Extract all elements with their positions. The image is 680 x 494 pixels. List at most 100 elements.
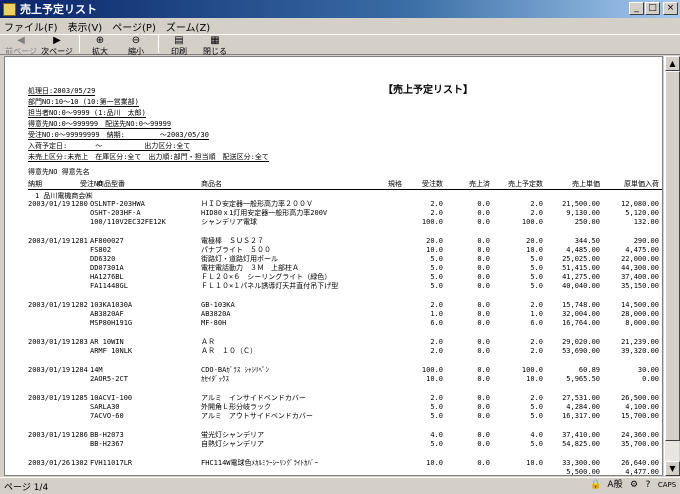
report-header-line: 得意先NO:0～999999 配送先NO:0～99999 (28, 120, 172, 129)
table-row: SARLA30 外開角Ｌ形分岐ラック 5.0 0.0 5.0 4,284.00 4,100.… (5, 403, 662, 411)
prev-page-button[interactable]: ◀ 前ページ (4, 35, 38, 56)
zoom-in-button[interactable]: ⊕ 拡大 (83, 35, 117, 56)
table-cell: AF800027 (90, 237, 124, 245)
table-cell: 2003/01/19 (28, 366, 71, 374)
report-preview[interactable]: 【売上予定リスト】 処理日:2003/05/29 部門NO:10～10 (10:第… (4, 56, 663, 476)
window-title: 売上予定リスト (20, 3, 97, 16)
table-cell: 5.0 (530, 273, 543, 281)
table-cell: シャンデリア電球 (201, 218, 257, 226)
table-cell: 0.0 (477, 431, 490, 439)
table-cell: 40,040.00 (562, 282, 600, 290)
table-cell: 0.0 (477, 338, 490, 346)
zoom-out-button[interactable]: ⊖ 縮小 (119, 35, 153, 56)
table-cell: 29,020.00 (562, 338, 600, 346)
table-cell: ｶｾｲﾀﾞｯｸｽ (201, 375, 229, 383)
table-cell: 2003/01/19 (28, 431, 71, 439)
table-cell: 0.0 (477, 301, 490, 309)
table-cell: 4.0 (430, 431, 443, 439)
close-window-button[interactable]: × (663, 2, 678, 15)
table-cell: 35,700.00 (621, 440, 659, 448)
table-cell: 28,000.00 (621, 310, 659, 318)
table-cell: AB3820A (201, 310, 231, 318)
table-cell: 5.0 (430, 412, 443, 420)
menu-view[interactable]: 表示(V) (68, 19, 103, 34)
table-cell: MF-80H (201, 319, 227, 327)
table-cell: 1.0 (530, 310, 543, 318)
table-cell: 0.0 (477, 366, 490, 374)
table-cell: AB3820AF (90, 310, 124, 318)
table-row: 100/110V2EC32FE12K シャンデリア電球 100.0 0.0 100.0 2… (5, 218, 662, 226)
table-cell: 10.0 (426, 375, 443, 383)
report-header-line: 未売上区分:未売上 在庫区分:全て 出力順:部門・担当順 配送区分:全て (28, 153, 269, 162)
report-title: 【売上予定リスト】 (383, 85, 473, 96)
table-cell: DD6320 (90, 255, 116, 263)
table-cell: 10.0 (526, 459, 543, 467)
table-cell: 0.0 (477, 440, 490, 448)
menu-zoom[interactable]: ズーム(Z) (166, 19, 210, 34)
table-cell: 5.0 (430, 282, 443, 290)
table-cell: 2003/01/19 (28, 237, 71, 245)
minimize-button[interactable]: _ (629, 2, 644, 15)
table-cell: 5.0 (530, 440, 543, 448)
table-cell: 4,100.00 (625, 403, 659, 411)
table-cell: 0.0 (477, 273, 490, 281)
table-cell: 100.0 (421, 218, 443, 226)
column-header-price: 売上単価 (572, 180, 600, 188)
table-cell: 290.00 (633, 237, 659, 245)
table-row: FS802 パナブライト ５００ 10.0 0.0 10.0 4,485.00 4,475.… (5, 246, 662, 254)
table-cell: 103KA1030A (90, 301, 133, 309)
table-cell: DD07301A (90, 264, 124, 272)
table-cell: FVH11017LR (90, 459, 133, 467)
menu-page[interactable]: ページ(P) (112, 19, 156, 34)
table-cell: AR 10WIN (90, 338, 124, 346)
print-icon: ▤ (174, 35, 184, 46)
table-cell: 30.00 (637, 366, 659, 374)
next-page-icon: ▶ (53, 35, 61, 46)
table-row: 7ACVO-60 アルミ アウトサイドベンドカバー 5.0 0.0 5.0 16,317.… (5, 412, 662, 420)
table-cell: ARMF 10NLK (90, 347, 133, 355)
customer-group-label: 1 品川電機商会㈱ (35, 192, 93, 200)
header-divider (28, 189, 662, 190)
menu-file[interactable]: ファイル(F) (4, 19, 58, 34)
toolbar-label: 印刷 (171, 47, 187, 56)
table-cell: 7ACVO-60 (90, 412, 124, 420)
report-header-line: 入荷予定日: ～ 出力区分:全て (28, 142, 191, 151)
table-cell: OSLNTP-203HWA (90, 200, 145, 208)
table-cell: FA11448GL (90, 282, 128, 290)
table-cell: 1302 (71, 459, 88, 467)
table-cell: HID80ｘ1灯用安定器一般形高力率200V (201, 209, 328, 217)
scroll-down-arrow[interactable]: ▼ (665, 461, 680, 476)
table-cell: 1280 (71, 200, 88, 208)
table-cell: 5.0 (530, 412, 543, 420)
close-button[interactable]: ▦ 閉じる (198, 35, 232, 56)
table-cell: 2003/01/26 (28, 459, 71, 467)
table-cell: 2.0 (430, 347, 443, 355)
table-cell: MSP80H191G (90, 319, 133, 327)
table-cell: BB-H2367 (90, 440, 124, 448)
maximize-button[interactable]: □ (645, 2, 660, 15)
next-page-button[interactable]: ▶ 次ページ (40, 35, 74, 56)
table-row: BB-H2367 自熱灯シャンデリア 5.0 0.0 5.0 54,825.00 35,70… (5, 440, 662, 448)
table-cell: 5.0 (430, 273, 443, 281)
zoom-out-icon: ⊖ (131, 35, 141, 46)
system-tray: 🔒 A般 ⚙ ? CAPS (590, 479, 678, 491)
table-cell: 0.0 (477, 237, 490, 245)
table-cell: 100.0 (521, 218, 543, 226)
table-cell: 0.0 (477, 209, 490, 217)
column-header-cost: 原単価入荷 (624, 180, 659, 188)
ime-mode-indicator[interactable]: A般 (604, 479, 626, 491)
print-button[interactable]: ▤ 印刷 (162, 35, 196, 56)
table-cell: 37,410.00 (562, 431, 600, 439)
help-icon[interactable]: ? (642, 479, 654, 491)
table-cell: 21,500.00 (562, 200, 600, 208)
scroll-up-arrow[interactable]: ▲ (665, 56, 680, 71)
table-cell: ＡＲ (201, 338, 215, 346)
table-cell: GB-103KA (201, 301, 235, 309)
table-cell: 1283 (71, 338, 88, 346)
vertical-scrollbar[interactable]: ▲ ▼ (664, 56, 680, 476)
scroll-thumb[interactable] (665, 71, 680, 441)
table-cell: 0.0 (477, 403, 490, 411)
table-cell: ＨＩＤ安定器一般形高力率２００Ｖ (201, 200, 313, 208)
gear-icon[interactable]: ⚙ (628, 479, 640, 491)
table-cell: HA1276BL (90, 273, 124, 281)
